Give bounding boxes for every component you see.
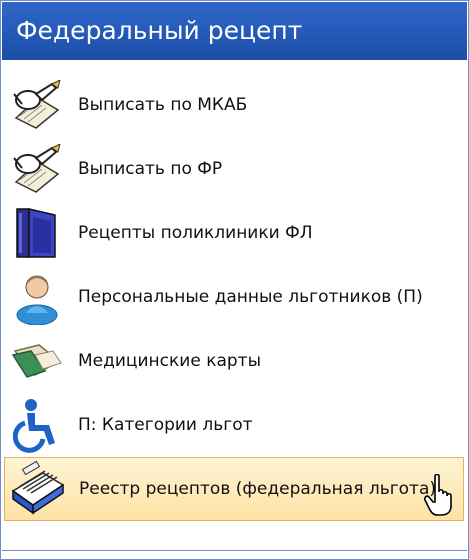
menu-item-personal-data[interactable]: Персональные данные льготников (П) (4, 265, 464, 329)
menu-item-benefit-categories[interactable]: П: Категории льгот (4, 393, 464, 457)
menu-item-prescription-registry[interactable]: Реестр рецептов (федеральная льгота) (4, 457, 464, 521)
card-file-icon (5, 457, 71, 521)
menu-item-label: Реестр рецептов (федеральная льгота) (79, 479, 436, 499)
menu-item-label: Персональные данные льготников (П) (78, 287, 423, 307)
menu-item-medical-cards[interactable]: Медицинские карты (4, 329, 464, 393)
menu-item-label: Рецепты поликлиники ФЛ (78, 223, 313, 243)
menu-item-write-fr[interactable]: Выписать по ФР (4, 137, 464, 201)
person-icon (4, 265, 70, 329)
medical-card-icon (4, 329, 70, 393)
menu-item-label: Медицинские карты (78, 351, 261, 371)
hand-cursor-icon (424, 474, 452, 516)
writing-hand-icon (4, 73, 70, 137)
wheelchair-icon (4, 393, 70, 457)
menu-item-label: Выписать по ФР (78, 159, 223, 179)
menu-item-label: Выписать по МКАБ (78, 95, 248, 115)
menu-item-polyclinic-prescriptions[interactable]: Рецепты поликлиники ФЛ (4, 201, 464, 265)
panel-bottom-border (2, 550, 467, 551)
panel-header: Федеральный рецепт (2, 2, 467, 60)
writing-hand-icon (4, 137, 70, 201)
federal-prescription-panel: Федеральный рецепт Выписать по МКАБ Выпи… (0, 0, 469, 560)
book-folder-icon (4, 201, 70, 265)
menu-item-write-mkab[interactable]: Выписать по МКАБ (4, 73, 464, 137)
menu-item-label: П: Категории льгот (78, 415, 253, 435)
